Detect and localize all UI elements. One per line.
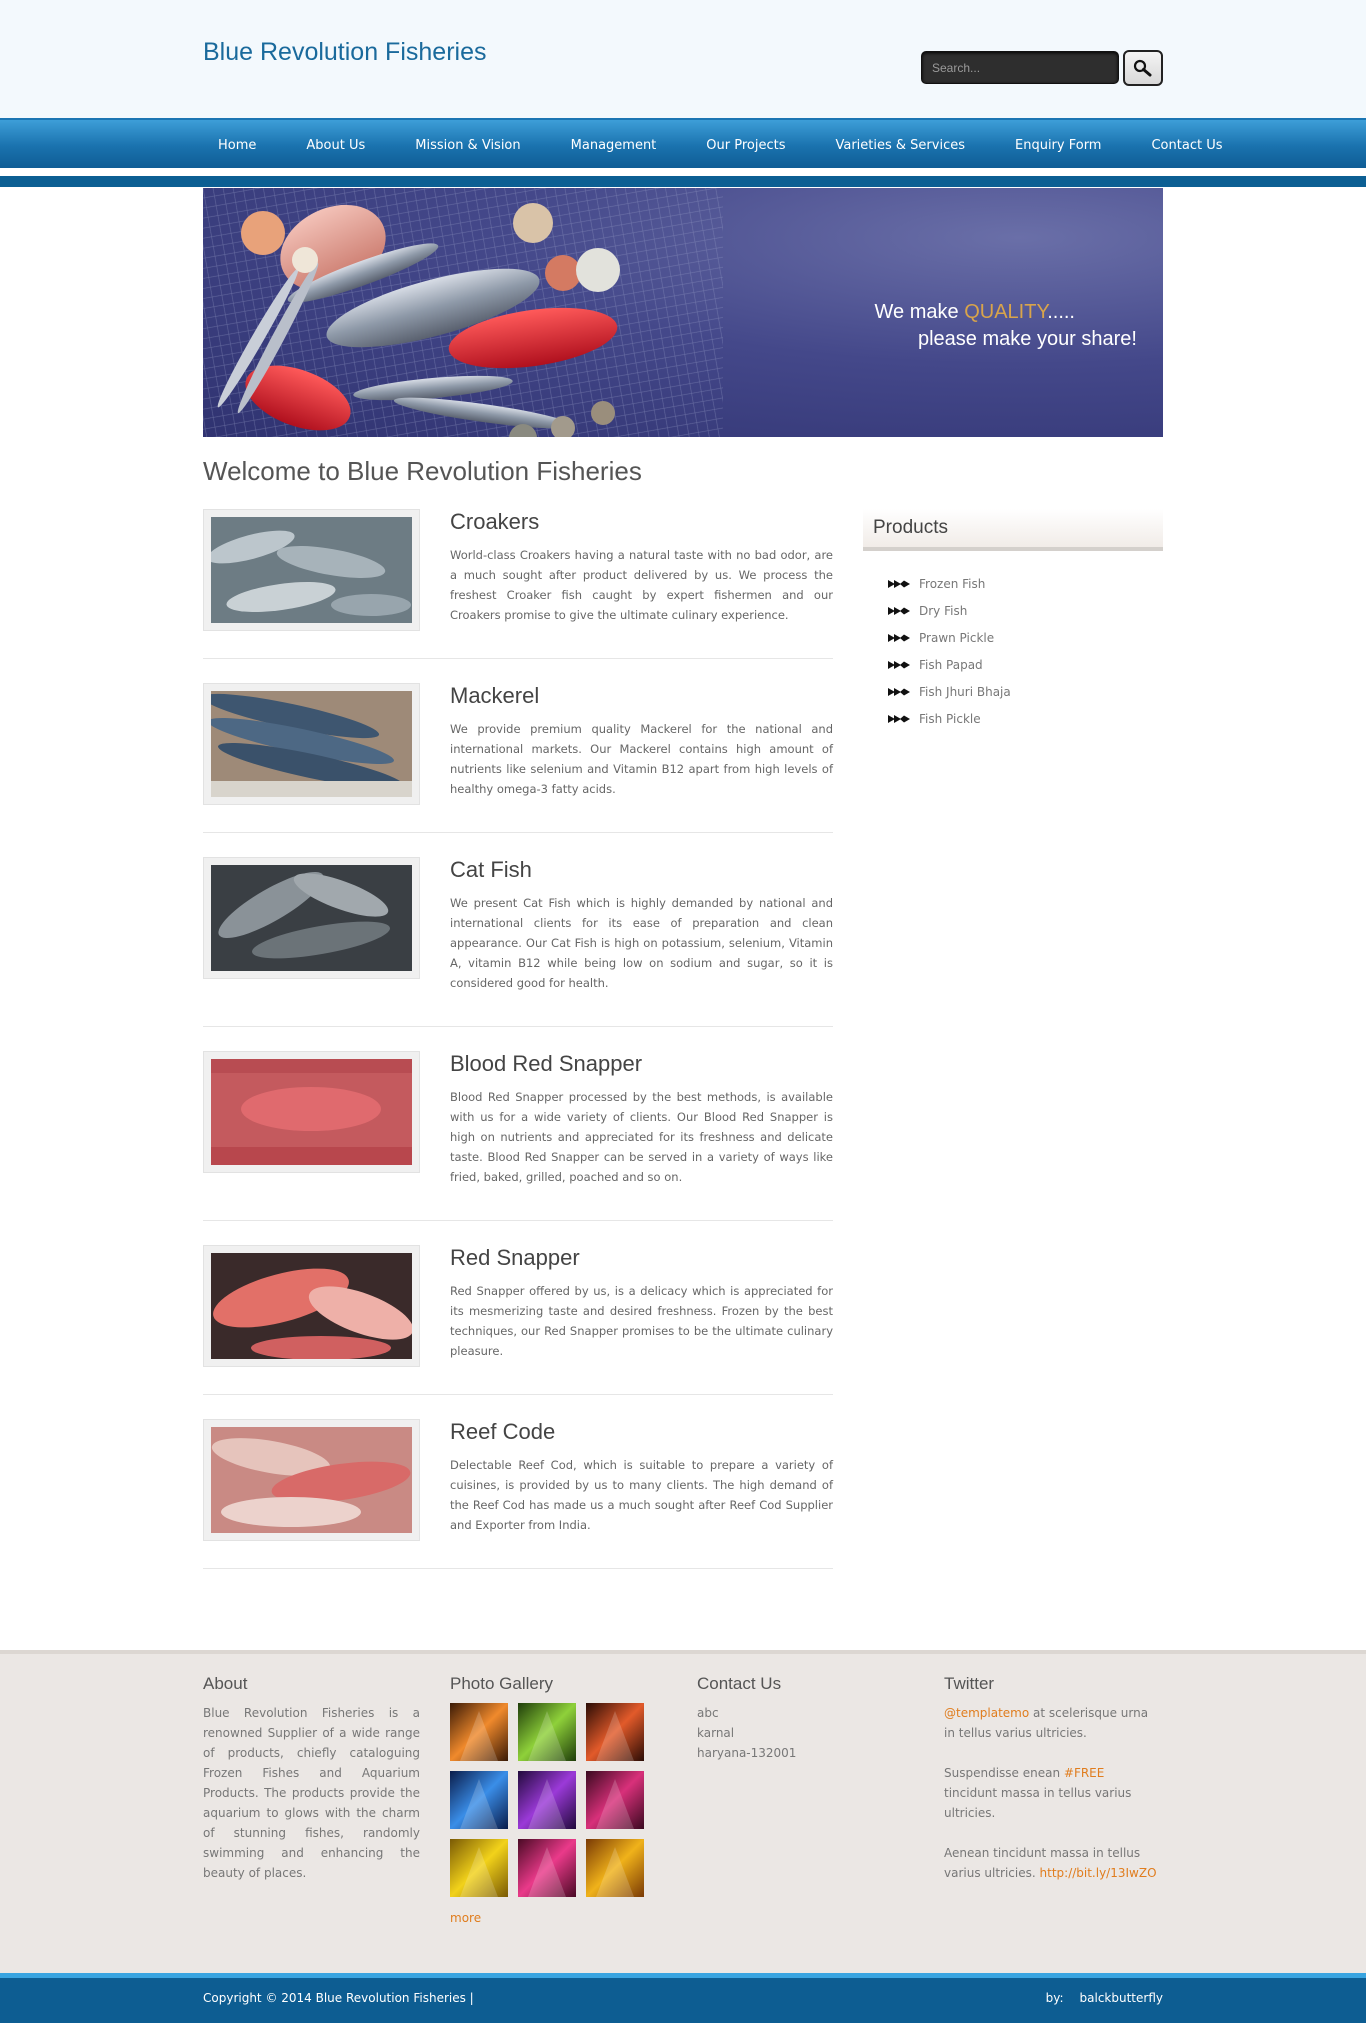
product-description: Delectable Reef Cod, which is suitable t… (450, 1458, 833, 1532)
copyright-bar: Copyright © 2014 Blue Revolution Fisheri… (0, 1973, 1366, 2023)
magnifier-icon (1133, 59, 1152, 77)
footer-about-text: Blue Revolution Fisheries is a renowned … (203, 1706, 420, 1880)
site-title[interactable]: Blue Revolution Fisheries (203, 38, 486, 67)
banner-tagline-line2: please make your share! (917, 328, 1137, 350)
nav-item-varieties-services[interactable]: Varieties & Services (820, 138, 965, 153)
product-description: We present Cat Fish which is highly dema… (450, 896, 833, 990)
product-image[interactable] (203, 1051, 420, 1173)
footer-about-heading: About (203, 1674, 248, 1693)
tweet: Suspendisse enean #FREE tincidunt massa … (944, 1766, 1132, 1820)
nav-item-mission-vision[interactable]: Mission & Vision (400, 138, 520, 153)
product-divider (203, 1026, 833, 1027)
footer-about: About Blue Revolution Fisheries is a ren… (203, 1674, 420, 1883)
product-divider (203, 658, 833, 659)
copyright-text: Copyright © 2014 Blue Revolution Fisheri… (203, 1991, 474, 2005)
product-image[interactable] (203, 683, 420, 805)
footer-contact: Contact Us abc karnal haryana-132001 (697, 1674, 914, 1763)
tweet-url-link[interactable]: http://bit.ly/13IwZO (1040, 1866, 1157, 1880)
product-title[interactable]: Blood Red Snapper (450, 1051, 642, 1077)
gallery-grid (450, 1703, 667, 1897)
product-description: World-class Croakers having a natural ta… (450, 548, 833, 622)
nav-item-about-us[interactable]: About Us (291, 138, 365, 153)
fish-arrow-icon (888, 606, 910, 615)
nav-item-our-projects[interactable]: Our Projects (691, 138, 785, 153)
sidebar-title: Products (873, 517, 948, 538)
gallery-thumb[interactable] (518, 1771, 576, 1829)
product-image[interactable] (203, 1245, 420, 1367)
product-description: Blood Red Snapper processed by the best … (450, 1090, 833, 1184)
gallery-thumb[interactable] (518, 1839, 576, 1897)
product-divider (203, 832, 833, 833)
footer-twitter-heading: Twitter (944, 1674, 995, 1693)
product-image[interactable] (203, 1419, 420, 1541)
fish-arrow-icon (888, 633, 910, 642)
footer-twitter: Twitter @templatemo at scelerisque urna … (944, 1674, 1161, 1883)
contact-line: abc (697, 1706, 719, 1720)
gallery-thumb[interactable] (586, 1839, 644, 1897)
product-description: We provide premium quality Mackerel for … (450, 722, 833, 796)
gallery-thumb[interactable] (450, 1771, 508, 1829)
product-title[interactable]: Cat Fish (450, 857, 532, 883)
sidebar-product-list: Frozen Fish Dry Fish Prawn Pickle Fish P… (888, 570, 1011, 732)
product-title[interactable]: Red Snapper (450, 1245, 580, 1271)
sidebar-item-fish-pickle[interactable]: Fish Pickle (888, 705, 1011, 732)
sidebar-products-header: Products (863, 509, 1163, 551)
product-divider (203, 1568, 833, 1569)
product-title[interactable]: Croakers (450, 509, 539, 535)
product-title[interactable]: Mackerel (450, 683, 539, 709)
product-image[interactable] (203, 509, 420, 631)
fish-arrow-icon (888, 579, 910, 588)
gallery-thumb[interactable] (586, 1703, 644, 1761)
tweet: Aenean tincidunt massa in tellus varius … (944, 1846, 1157, 1880)
search-button[interactable] (1123, 50, 1163, 86)
designer-credit-link[interactable]: balckbutterfly (1080, 1991, 1163, 2005)
search-input[interactable] (921, 51, 1119, 84)
fish-arrow-icon (888, 714, 910, 723)
hero-banner: We make QUALITY..... please make your sh… (203, 188, 1163, 437)
product-description: Red Snapper offered by us, is a delicacy… (450, 1284, 833, 1358)
gallery-thumb[interactable] (450, 1839, 508, 1897)
contact-line: haryana-132001 (697, 1746, 797, 1760)
gallery-thumb[interactable] (450, 1703, 508, 1761)
main-nav: Home About Us Mission & Vision Managemen… (0, 118, 1366, 168)
fish-arrow-icon (888, 687, 910, 696)
footer-contact-heading: Contact Us (697, 1674, 782, 1693)
banner-tagline-line1: We make QUALITY..... (874, 301, 1075, 323)
fish-arrow-icon (888, 660, 910, 669)
sidebar-item-prawn-pickle[interactable]: Prawn Pickle (888, 624, 1011, 651)
nav-item-contact-us[interactable]: Contact Us (1136, 138, 1222, 153)
nav-item-enquiry-form[interactable]: Enquiry Form (1000, 138, 1101, 153)
designer-credit: by: balckbutterfly (1045, 1991, 1163, 2005)
contact-line: karnal (697, 1726, 735, 1740)
nav-divider-stripe (0, 176, 1366, 187)
product-divider (203, 1220, 833, 1221)
nav-item-home[interactable]: Home (203, 138, 256, 153)
footer-gallery-heading: Photo Gallery (450, 1674, 553, 1693)
tweet: @templatemo at scelerisque urna in tellu… (944, 1706, 1149, 1740)
product-divider (203, 1394, 833, 1395)
gallery-more-link[interactable]: more (450, 1911, 667, 1925)
nav-item-management[interactable]: Management (556, 138, 657, 153)
tweet-hashtag-link[interactable]: #FREE (1064, 1766, 1104, 1780)
sidebar-item-dry-fish[interactable]: Dry Fish (888, 597, 1011, 624)
page-title: Welcome to Blue Revolution Fisheries (203, 456, 642, 486)
product-image[interactable] (203, 857, 420, 979)
sidebar-item-frozen-fish[interactable]: Frozen Fish (888, 570, 1011, 597)
product-title[interactable]: Reef Code (450, 1419, 555, 1445)
site-header: Blue Revolution Fisheries (0, 0, 1366, 118)
gallery-thumb[interactable] (518, 1703, 576, 1761)
sidebar-item-fish-jhuri-bhaja[interactable]: Fish Jhuri Bhaja (888, 678, 1011, 705)
tweet-handle-link[interactable]: @templatemo (944, 1706, 1029, 1720)
gallery-thumb[interactable] (586, 1771, 644, 1829)
banner-quality-highlight: QUALITY (964, 301, 1048, 323)
footer-photo-gallery: Photo Gallery more (450, 1674, 667, 1925)
sidebar-item-fish-papad[interactable]: Fish Papad (888, 651, 1011, 678)
